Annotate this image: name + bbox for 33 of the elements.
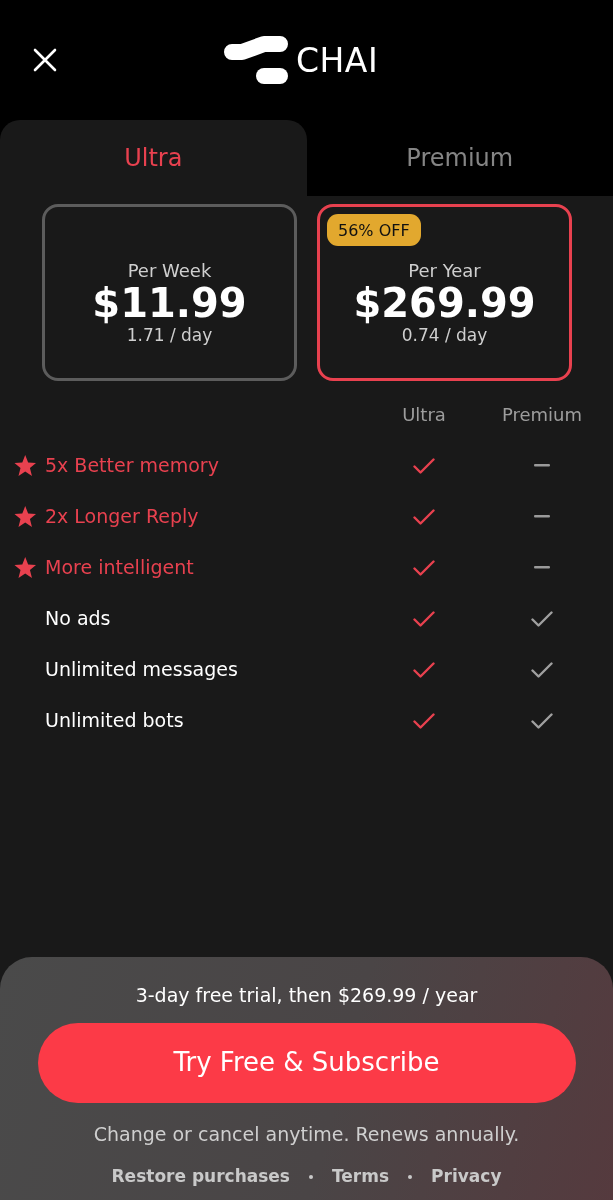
price-per-day: 0.74 / day <box>401 325 488 346</box>
brand-name: CHAI <box>296 43 379 77</box>
footer-link[interactable]: Terms <box>332 1164 390 1190</box>
separator-dot-icon <box>408 1174 413 1179</box>
trial-text: 3-day free trial, then $269.99 / year <box>135 983 478 1008</box>
plan-period: Per Week <box>127 259 212 282</box>
feature-label: Unlimited messages <box>45 657 238 683</box>
footer-link[interactable]: Privacy <box>431 1164 502 1190</box>
star-icon <box>14 455 36 476</box>
star-icon <box>14 557 36 578</box>
price-per-day: 1.71 / day <box>126 325 213 346</box>
plan-card[interactable]: Per Week $11.99 1.71 / day <box>42 204 297 381</box>
column-header: Ultra <box>402 402 446 427</box>
feature-label: No ads <box>45 606 111 632</box>
subscribe-button[interactable]: Try Free & Subscribe <box>37 1022 576 1103</box>
plan-price: $269.99 <box>353 281 536 326</box>
discount-badge: 56% OFF <box>327 214 421 247</box>
plan-period: Per Year <box>408 259 481 282</box>
logo-icon <box>224 36 288 84</box>
close-icon <box>33 48 57 72</box>
feature-label: 5x Better memory <box>45 453 219 479</box>
renewal-note: Change or cancel anytime. Renews annually. <box>93 1121 520 1147</box>
footer-link[interactable]: Restore purchases <box>111 1164 290 1190</box>
feature-label: More intelligent <box>45 555 194 581</box>
plan-tab[interactable]: Ultra <box>0 120 307 196</box>
plan-price: $11.99 <box>92 281 247 326</box>
close-button[interactable] <box>33 48 57 72</box>
feature-label: Unlimited bots <box>45 708 184 734</box>
column-header: Premium <box>501 402 583 427</box>
feature-label: 2x Longer Reply <box>45 504 199 530</box>
separator-dot-icon <box>309 1174 313 1179</box>
star-icon <box>14 506 36 527</box>
plan-card[interactable]: 56% OFF Per Year $269.99 0.74 / day <box>317 204 572 381</box>
